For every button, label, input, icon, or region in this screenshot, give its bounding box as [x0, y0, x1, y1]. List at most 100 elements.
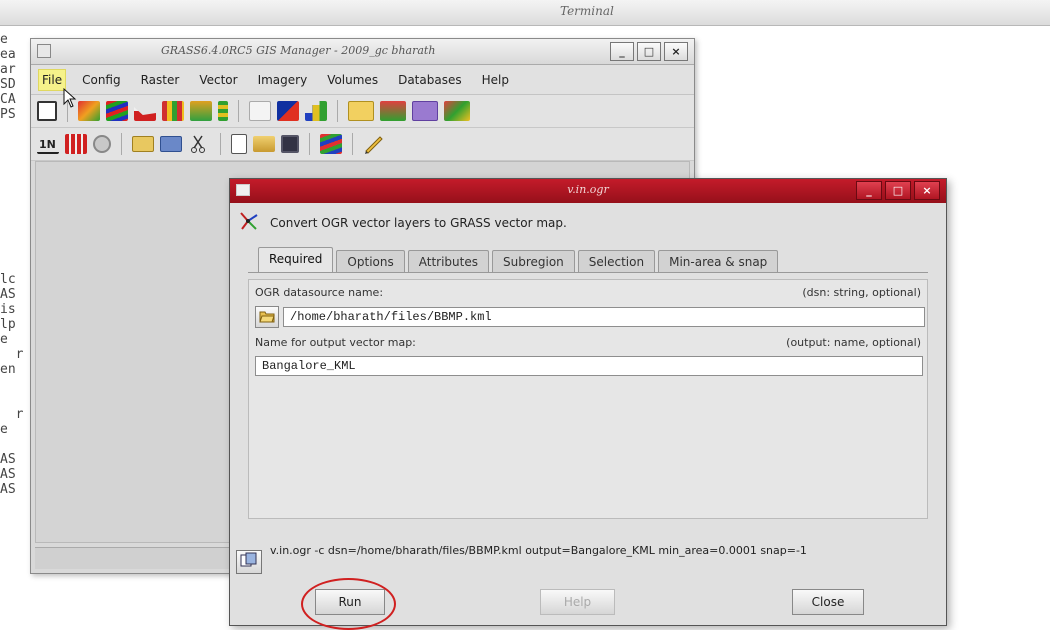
- add-scale-icon[interactable]: [65, 134, 87, 154]
- dsn-row: /home/bharath/files/BBMP.kml: [255, 306, 925, 328]
- digitize-icon[interactable]: [320, 134, 342, 154]
- gis-manager-title: GRASS6.4.0RC5 GIS Manager - 2009_gc bhar…: [161, 44, 436, 57]
- add-frame-icon[interactable]: [444, 101, 470, 121]
- add-histogram-icon[interactable]: [134, 107, 156, 121]
- command-text: v.in.ogr -c dsn=/home/bharath/files/BBMP…: [270, 544, 807, 557]
- command-area: v.in.ogr -c dsn=/home/bharath/files/BBMP…: [236, 544, 936, 580]
- add-text-icon[interactable]: 1N: [37, 134, 59, 154]
- add-raster-arrows-icon[interactable]: [190, 101, 212, 121]
- terminal-line: AS: [0, 467, 16, 482]
- add-legend-icon[interactable]: [218, 101, 228, 121]
- help-button[interactable]: Help: [540, 589, 615, 615]
- toolbar-separator: [121, 133, 122, 155]
- close-window-button[interactable]: ×: [664, 42, 688, 61]
- open-workspace-icon[interactable]: [253, 136, 275, 152]
- terminal-line: SD: [0, 77, 16, 92]
- save-workspace-icon[interactable]: [281, 135, 299, 153]
- close-button[interactable]: Close: [792, 589, 864, 615]
- dialog-title: v.in.ogr: [567, 183, 609, 196]
- add-overlay-icon[interactable]: [93, 135, 111, 153]
- add-raster-icon[interactable]: [78, 101, 100, 121]
- minimize-button[interactable]: _: [610, 42, 634, 61]
- add-chart-icon[interactable]: [305, 101, 327, 121]
- open-folder-icon: [259, 308, 275, 327]
- terminal-line: AS: [0, 482, 16, 497]
- new-workspace-icon[interactable]: [231, 134, 247, 154]
- cut-layer-icon[interactable]: [188, 134, 210, 154]
- terminal-line: e: [0, 332, 8, 347]
- menu-help[interactable]: Help: [479, 70, 512, 90]
- menu-volumes[interactable]: Volumes: [324, 70, 381, 90]
- vector-module-icon: [238, 209, 260, 237]
- mouse-cursor-icon: [63, 87, 77, 112]
- tab-selection[interactable]: Selection: [577, 250, 656, 272]
- terminal-line: r: [0, 347, 24, 362]
- menu-imagery[interactable]: Imagery: [255, 70, 311, 90]
- tab-required[interactable]: Required: [258, 247, 334, 272]
- browse-file-button[interactable]: [255, 306, 279, 328]
- toolbar-separator: [220, 133, 221, 155]
- tab-attributes[interactable]: Attributes: [407, 250, 489, 272]
- copy-icon: [240, 552, 258, 572]
- dialog-close-window-button[interactable]: ×: [914, 181, 940, 200]
- window-menu-icon[interactable]: [37, 44, 51, 58]
- add-group-icon[interactable]: [132, 136, 154, 152]
- terminal-line: ea: [0, 47, 16, 62]
- menu-config[interactable]: Config: [79, 70, 124, 90]
- cartographic-composer-icon[interactable]: [363, 134, 385, 154]
- add-shaded-relief-icon[interactable]: [162, 101, 184, 121]
- menu-databases[interactable]: Databases: [395, 70, 465, 90]
- add-postscript-icon[interactable]: [412, 101, 438, 121]
- v-in-ogr-dialog: v.in.ogr _ □ × Convert OGR vector layers…: [229, 178, 947, 626]
- maximize-button[interactable]: □: [637, 42, 661, 61]
- dsn-input[interactable]: /home/bharath/files/BBMP.kml: [283, 307, 925, 327]
- new-display-icon[interactable]: [37, 101, 57, 121]
- add-rgb-icon[interactable]: [106, 101, 128, 121]
- tab-options[interactable]: Options: [336, 250, 405, 272]
- output-label: Name for output vector map:: [255, 336, 416, 349]
- dialog-minimize-button[interactable]: _: [856, 181, 882, 200]
- run-highlight-annotation: [301, 578, 396, 630]
- output-label-row: Name for output vector map: (output: nam…: [255, 336, 921, 349]
- menu-vector[interactable]: Vector: [196, 70, 240, 90]
- terminal-line: is: [0, 302, 16, 317]
- dialog-header: Convert OGR vector layers to GRASS vecto…: [238, 209, 567, 237]
- terminal-title: Terminal: [560, 4, 614, 18]
- toolbar-layers: 1N: [31, 128, 694, 161]
- dialog-maximize-button[interactable]: □: [885, 181, 911, 200]
- copy-layer-icon[interactable]: [160, 136, 182, 152]
- terminal-titlebar: Terminal: [0, 0, 1050, 26]
- output-name-input[interactable]: Bangalore_KML: [255, 356, 923, 376]
- add-vector-icon[interactable]: [249, 101, 271, 121]
- svg-text:1N: 1N: [39, 138, 56, 151]
- dialog-description: Convert OGR vector layers to GRASS vecto…: [270, 216, 567, 230]
- toolbar-display: [31, 95, 694, 128]
- dialog-titlebar[interactable]: v.in.ogr _ □ ×: [230, 179, 946, 203]
- dsn-label: OGR datasource name:: [255, 286, 384, 299]
- add-grid-icon[interactable]: [348, 101, 374, 121]
- copy-command-button[interactable]: [236, 550, 262, 574]
- menubar: File Config Raster Vector Imagery Volume…: [31, 65, 694, 95]
- add-labels-icon[interactable]: [380, 101, 406, 121]
- toolbar-separator: [352, 133, 353, 155]
- dsn-hint: (dsn: string, optional): [802, 286, 921, 299]
- terminal-line: en: [0, 362, 16, 377]
- terminal-line: e: [0, 32, 24, 47]
- gis-manager-titlebar[interactable]: GRASS6.4.0RC5 GIS Manager - 2009_gc bhar…: [31, 39, 694, 65]
- tab-min-area-snap[interactable]: Min-area & snap: [658, 250, 779, 272]
- tab-subregion[interactable]: Subregion: [491, 250, 575, 272]
- menu-file[interactable]: File: [37, 68, 67, 91]
- add-thematic-map-icon[interactable]: [277, 101, 299, 121]
- terminal-line: r: [0, 407, 24, 422]
- menu-raster[interactable]: Raster: [138, 70, 183, 90]
- terminal-line: CA: [0, 92, 16, 107]
